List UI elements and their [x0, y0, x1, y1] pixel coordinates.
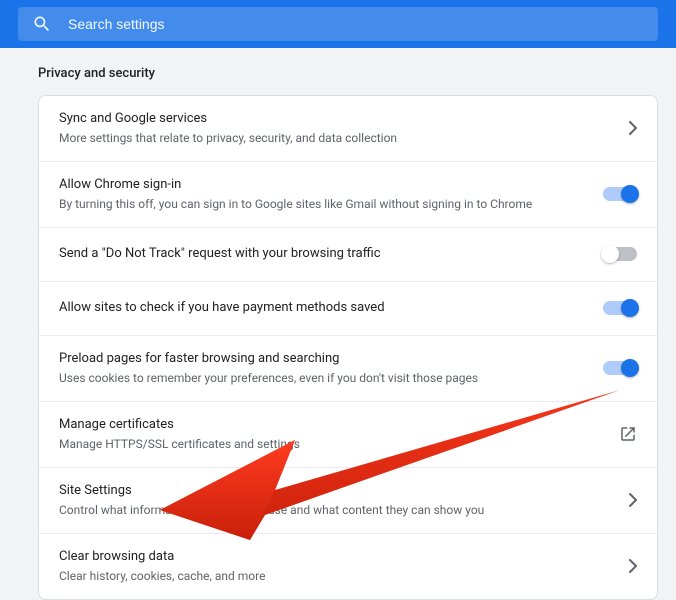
settings-row[interactable]: Send a "Do Not Track" request with your …: [39, 227, 657, 281]
row-subtitle: More settings that relate to privacy, se…: [59, 130, 615, 147]
row-text: Clear browsing data Clear history, cookie…: [59, 548, 615, 585]
row-title: Send a "Do Not Track" request with your …: [59, 245, 589, 263]
row-subtitle: Control what information websites can us…: [59, 502, 615, 519]
row-title: Allow Chrome sign-in: [59, 176, 589, 194]
toggle[interactable]: [603, 361, 637, 375]
header: [0, 0, 676, 48]
row-text: Sync and Google services More settings th…: [59, 110, 615, 147]
external-link-icon: [619, 425, 637, 443]
settings-row[interactable]: Site Settings Control what information we…: [39, 467, 657, 533]
settings-row[interactable]: Manage certificates Manage HTTPS/SSL cert…: [39, 401, 657, 467]
row-text: Preload pages for faster browsing and se…: [59, 350, 589, 387]
row-text: Allow sites to check if you have payment…: [59, 299, 589, 317]
row-subtitle: Uses cookies to remember your preference…: [59, 370, 589, 387]
search-bar[interactable]: [18, 7, 658, 41]
search-icon: [32, 14, 52, 34]
row-action: [619, 425, 637, 443]
settings-row[interactable]: Allow sites to check if you have payment…: [39, 281, 657, 335]
row-title: Clear browsing data: [59, 548, 615, 566]
row-text: Allow Chrome sign-in By turning this off,…: [59, 176, 589, 213]
chevron-right-icon: [629, 559, 637, 573]
chevron-right-icon: [629, 493, 637, 507]
row-title: Preload pages for faster browsing and se…: [59, 350, 589, 368]
settings-row[interactable]: Sync and Google services More settings th…: [39, 96, 657, 161]
row-title: Site Settings: [59, 482, 615, 500]
row-action: [629, 559, 637, 573]
toggle[interactable]: [603, 187, 637, 201]
settings-row[interactable]: Allow Chrome sign-in By turning this off,…: [39, 161, 657, 227]
row-title: Sync and Google services: [59, 110, 615, 128]
settings-row[interactable]: Preload pages for faster browsing and se…: [39, 335, 657, 401]
settings-row[interactable]: Clear browsing data Clear history, cookie…: [39, 533, 657, 599]
row-text: Site Settings Control what information we…: [59, 482, 615, 519]
row-action[interactable]: [603, 361, 637, 375]
row-action: [629, 493, 637, 507]
row-action[interactable]: [603, 247, 637, 261]
row-subtitle: By turning this off, you can sign in to …: [59, 196, 589, 213]
settings-card: Sync and Google services More settings th…: [38, 95, 658, 600]
row-subtitle: Clear history, cookies, cache, and more: [59, 568, 615, 585]
row-title: Manage certificates: [59, 416, 605, 434]
row-text: Send a "Do Not Track" request with your …: [59, 245, 589, 263]
toggle[interactable]: [603, 247, 637, 261]
row-text: Manage certificates Manage HTTPS/SSL cert…: [59, 416, 605, 453]
search-input[interactable]: [68, 16, 644, 32]
row-title: Allow sites to check if you have payment…: [59, 299, 589, 317]
row-subtitle: Manage HTTPS/SSL certificates and settin…: [59, 436, 605, 453]
row-action[interactable]: [603, 301, 637, 315]
section-title: Privacy and security: [0, 48, 676, 95]
row-action[interactable]: [603, 187, 637, 201]
toggle[interactable]: [603, 301, 637, 315]
row-action: [629, 121, 637, 135]
chevron-right-icon: [629, 121, 637, 135]
